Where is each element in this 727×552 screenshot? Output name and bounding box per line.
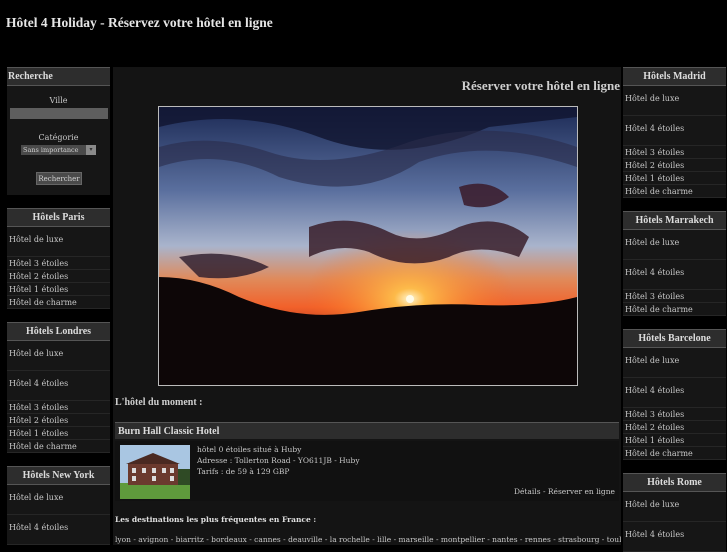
link-separator: - xyxy=(540,487,548,496)
box-title-paris: Hôtels Paris xyxy=(7,208,110,227)
menu-item[interactable]: Hôtel de luxe xyxy=(623,348,726,378)
box-title-londres: Hôtels Londres xyxy=(7,322,110,341)
search-button[interactable]: Rechercher xyxy=(36,172,82,185)
menu-item[interactable]: Hôtel 1 étoiles xyxy=(623,172,726,185)
menu-item[interactable]: Hôtel de charme xyxy=(623,303,726,316)
box-title-new-york: Hôtels New York xyxy=(7,466,110,485)
menu-item[interactable]: Hôtel de luxe xyxy=(7,485,110,515)
destinations-title: Les destinations les plus fréquentes en … xyxy=(115,515,317,524)
menu-item[interactable]: Hôtel 1 étoiles xyxy=(623,434,726,447)
box-title-rome: Hôtels Rome xyxy=(623,473,726,492)
hotel-address: Adresse : Tollerton Road - YO611JB - Hub… xyxy=(197,456,360,465)
box-title-madrid: Hôtels Madrid xyxy=(623,67,726,86)
hotel-rates: Tarifs : de 59 à 129 GBP xyxy=(197,467,290,476)
city-input[interactable] xyxy=(10,108,108,119)
hotel-building-picture xyxy=(120,445,190,499)
menu-marrakech: Hôtel de luxe Hôtel 4 étoiles Hôtel 3 ét… xyxy=(623,230,726,316)
chevron-down-icon[interactable]: ▾ xyxy=(86,145,96,155)
menu-item[interactable]: Hôtel de luxe xyxy=(623,230,726,260)
featured-hotel-card: hôtel 0 étoiles situé à Huby Adresse : T… xyxy=(115,441,619,501)
menu-item[interactable]: Hôtel de luxe xyxy=(7,227,110,257)
menu-rome: Hôtel de luxe Hôtel 4 étoiles xyxy=(623,492,726,552)
right-sidebar: Hôtels Madrid Hôtel de luxe Hôtel 4 étoi… xyxy=(623,67,726,552)
menu-item[interactable]: Hôtel 4 étoiles xyxy=(7,515,110,545)
sunset-picture xyxy=(159,107,577,385)
featured-hotel-name[interactable]: Burn Hall Classic Hotel xyxy=(115,422,619,439)
menu-item[interactable]: Hôtel 2 étoiles xyxy=(7,270,110,283)
menu-londres: Hôtel de luxe Hôtel 4 étoiles Hôtel 3 ét… xyxy=(7,341,110,453)
search-form: Ville Catégorie Sans importance ▾ Recher… xyxy=(7,86,110,195)
menu-item[interactable]: Hôtel 3 étoiles xyxy=(7,257,110,270)
menu-new-york: Hôtel de luxe Hôtel 4 étoiles xyxy=(7,485,110,545)
category-label: Catégorie xyxy=(38,133,79,142)
details-link[interactable]: Détails xyxy=(514,487,541,496)
hotel-info: hôtel 0 étoiles situé à Huby Adresse : T… xyxy=(197,444,360,477)
destinations-list[interactable]: lyon - avignon - biarritz - bordeaux - c… xyxy=(115,535,621,544)
menu-item[interactable]: Hôtel 1 étoiles xyxy=(7,283,110,296)
menu-item[interactable]: Hôtel de charme xyxy=(623,185,726,198)
box-title-marrakech: Hôtels Marrakech xyxy=(623,211,726,230)
menu-paris: Hôtel de luxe Hôtel 3 étoiles Hôtel 2 ét… xyxy=(7,227,110,309)
moment-title: L'hôtel du moment : xyxy=(115,397,203,408)
menu-item[interactable]: Hôtel de charme xyxy=(7,440,110,453)
box-title-barcelone: Hôtels Barcelone xyxy=(623,329,726,348)
left-sidebar: Recherche Ville Catégorie Sans importanc… xyxy=(7,67,110,545)
menu-item[interactable]: Hôtel de luxe xyxy=(7,341,110,371)
menu-madrid: Hôtel de luxe Hôtel 4 étoiles Hôtel 3 ét… xyxy=(623,86,726,198)
menu-item[interactable]: Hôtel de charme xyxy=(7,296,110,309)
main-content: Réserver votre hôtel en ligne L'hôtel du… xyxy=(113,67,621,545)
menu-item[interactable]: Hôtel de charme xyxy=(623,447,726,460)
menu-item[interactable]: Hôtel 2 étoiles xyxy=(623,159,726,172)
hotel-photo[interactable] xyxy=(120,445,190,499)
hotel-stars-location: hôtel 0 étoiles situé à Huby xyxy=(197,445,302,454)
category-selected-value: Sans importance xyxy=(23,146,79,154)
search-box-title: Recherche xyxy=(7,67,110,86)
menu-item[interactable]: Hôtel 3 étoiles xyxy=(623,146,726,159)
category-select[interactable]: Sans importance ▾ xyxy=(21,145,96,155)
page-title: Réserver votre hôtel en ligne xyxy=(461,78,620,93)
menu-item[interactable]: Hôtel de luxe xyxy=(623,86,726,116)
menu-item[interactable]: Hôtel 1 étoiles xyxy=(7,427,110,440)
hero-sunset-image xyxy=(158,106,578,386)
menu-item[interactable]: Hôtel 2 étoiles xyxy=(623,421,726,434)
menu-item[interactable]: Hôtel 4 étoiles xyxy=(7,371,110,401)
menu-item[interactable]: Hôtel 4 étoiles xyxy=(623,260,726,290)
menu-item[interactable]: Hôtel 4 étoiles xyxy=(623,116,726,146)
menu-item[interactable]: Hôtel 3 étoiles xyxy=(623,408,726,421)
menu-item[interactable]: Hôtel 3 étoiles xyxy=(623,290,726,303)
hotel-links: Détails - Réserver en ligne xyxy=(514,487,615,496)
menu-item[interactable]: Hôtel 4 étoiles xyxy=(623,522,726,552)
city-label: Ville xyxy=(49,96,68,105)
menu-item[interactable]: Hôtel de luxe xyxy=(623,492,726,522)
menu-item[interactable]: Hôtel 3 étoiles xyxy=(7,401,110,414)
book-online-link[interactable]: Réserver en ligne xyxy=(548,487,615,496)
menu-item[interactable]: Hôtel 2 étoiles xyxy=(7,414,110,427)
site-title: Hôtel 4 Holiday - Réservez votre hôtel e… xyxy=(6,15,273,30)
menu-barcelone: Hôtel de luxe Hôtel 4 étoiles Hôtel 3 ét… xyxy=(623,348,726,460)
menu-item[interactable]: Hôtel 4 étoiles xyxy=(623,378,726,408)
